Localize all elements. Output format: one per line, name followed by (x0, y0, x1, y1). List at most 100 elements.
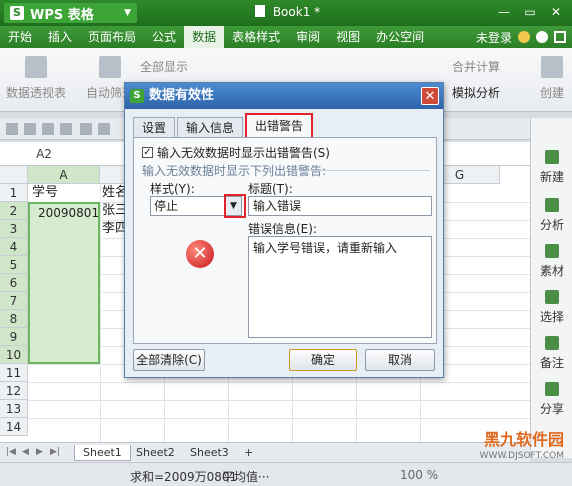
alert-title-input[interactable]: 输入错误 (248, 196, 432, 216)
panel-analysis[interactable]: 分析 (531, 198, 572, 233)
show-all-button[interactable]: 全部显示 (140, 58, 210, 75)
app-menu-button[interactable]: S WPS 表格 ▼ (4, 3, 137, 23)
analysis-icon (545, 198, 559, 212)
create-icon (541, 56, 563, 78)
sheet-tab-1[interactable]: Sheet1 (74, 445, 131, 461)
status-bar: 求和=2009万0801 平均值··· 100 % (0, 462, 572, 486)
close-icon[interactable]: ✕ (544, 2, 568, 22)
cell-a2[interactable]: 20090801 (38, 204, 99, 222)
cell-a1[interactable]: 学号 (32, 184, 58, 202)
row-header[interactable]: 8 (0, 310, 28, 328)
show-all-label: 全部显示 (140, 60, 189, 74)
grid-line (28, 418, 530, 419)
section-divider (314, 170, 430, 171)
zoom-level[interactable]: 100 % (400, 468, 438, 482)
new-icon (545, 150, 559, 164)
title-label: 标题(T): (248, 182, 293, 196)
document-icon (255, 5, 265, 17)
row-header[interactable]: 4 (0, 238, 28, 256)
clear-all-button[interactable]: 全部清除(C) (133, 349, 205, 371)
row-header[interactable]: 13 (0, 400, 28, 418)
tab-settings[interactable]: 设置 (133, 117, 176, 137)
grid-line (28, 400, 530, 401)
row-header[interactable]: 12 (0, 382, 28, 400)
show-error-alert-checkbox[interactable]: ✓ 输入无效数据时显示出错警告(S) (142, 144, 330, 161)
tab-input-message[interactable]: 输入信息 (177, 117, 244, 137)
preview-icon[interactable] (60, 123, 72, 135)
filter-icon (99, 56, 121, 78)
maximize-icon[interactable]: ▭ (518, 2, 542, 22)
cancel-button[interactable]: 取消 (365, 349, 435, 371)
row-header[interactable]: 2 (0, 202, 28, 220)
skin-icon[interactable] (518, 31, 530, 43)
row-header[interactable]: 5 (0, 256, 28, 274)
row-header[interactable]: 7 (0, 292, 28, 310)
last-sheet-icon[interactable]: ▶| (50, 447, 60, 457)
print-icon[interactable] (42, 123, 54, 135)
ok-button[interactable]: 确定 (289, 349, 357, 371)
create-button[interactable]: 创建 (532, 56, 572, 101)
menu-icons (518, 31, 572, 43)
sheet-tab-2[interactable]: Sheet2 (128, 445, 183, 461)
save-icon[interactable] (24, 123, 36, 135)
panel-new[interactable]: 新建 (531, 150, 572, 185)
collapse-icon[interactable] (554, 31, 566, 43)
menu-insert[interactable]: 插入 (40, 26, 80, 48)
simulate-analysis-button[interactable]: 模拟分析 (452, 84, 528, 101)
dialog-title: 数据有效性 (149, 88, 215, 103)
status-average[interactable]: 平均值··· (222, 468, 269, 485)
error-stop-icon: ✕ (186, 240, 214, 268)
login-link[interactable]: 未登录 (470, 29, 518, 46)
watermark-url: WWW.DJSOFT.COM (479, 451, 564, 461)
dialog-title-bar: S 数据有效性 ✕ (125, 83, 443, 109)
redo-icon[interactable] (98, 123, 110, 135)
row-header[interactable]: 1 (0, 184, 28, 202)
checkbox-label: 输入无效数据时显示出错警告(S) (157, 146, 330, 160)
error-message-textarea[interactable]: 输入学号错误，请重新输入 (248, 236, 432, 338)
share-icon (545, 382, 559, 396)
prev-sheet-icon[interactable]: ◀ (22, 447, 32, 457)
wps-logo-icon: S (10, 6, 24, 20)
menu-review[interactable]: 审阅 (288, 26, 328, 48)
menu-formulas[interactable]: 公式 (144, 26, 184, 48)
first-sheet-icon[interactable]: |◀ (6, 447, 16, 457)
style-select-value: 停止 (154, 199, 179, 213)
tab-error-alert[interactable]: 出错警告 (245, 113, 314, 137)
panel-select[interactable]: 选择 (531, 290, 572, 325)
menu-view[interactable]: 视图 (328, 26, 368, 48)
menu-office-space[interactable]: 办公空间 (368, 26, 432, 48)
merge-calc-button[interactable]: 合并计算 (452, 58, 522, 75)
sheet-tab-3[interactable]: Sheet3 (182, 445, 237, 461)
menu-page-layout[interactable]: 页面布局 (80, 26, 144, 48)
dialog-close-button[interactable]: ✕ (421, 87, 439, 105)
row-header[interactable]: 14 (0, 418, 28, 436)
row-header[interactable]: 9 (0, 328, 28, 346)
name-box[interactable]: A2 (4, 145, 84, 163)
chevron-down-icon: ▼ (124, 8, 131, 18)
help-icon[interactable] (536, 31, 548, 43)
menu-data[interactable]: 数据 (184, 26, 225, 48)
row-header[interactable]: 3 (0, 220, 28, 238)
error-alert-panel: ✓ 输入无效数据时显示出错警告(S) 输入无效数据时显示下列出错警告: 样式(Y… (133, 137, 437, 344)
row-header[interactable]: 11 (0, 364, 28, 382)
menu-home[interactable]: 开始 (0, 26, 40, 48)
undo-icon[interactable] (80, 123, 92, 135)
panel-new-label: 新建 (539, 170, 564, 184)
merge-calc-label: 合并计算 (452, 60, 501, 74)
panel-share[interactable]: 分享 (531, 382, 572, 417)
minimize-icon[interactable]: — (492, 2, 516, 22)
pivot-table-button[interactable]: 数据透视表 (4, 56, 68, 101)
panel-notes[interactable]: 备注 (531, 336, 572, 371)
menu-table-style[interactable]: 表格样式 (224, 26, 288, 48)
window-controls: — ▭ ✕ (492, 2, 568, 22)
row-header[interactable]: 10 (0, 346, 28, 364)
panel-material[interactable]: 素材 (531, 244, 572, 279)
menu-bar: 开始 插入 页面布局 公式 数据 表格样式 审阅 视图 办公空间 未登录 (0, 26, 572, 48)
add-sheet-button[interactable]: + (236, 445, 261, 461)
row-header[interactable]: 6 (0, 274, 28, 292)
pivot-table-icon (25, 56, 47, 78)
next-sheet-icon[interactable]: ▶ (36, 447, 46, 457)
column-header-a[interactable]: A (28, 166, 100, 184)
new-file-icon[interactable] (6, 123, 18, 135)
select-all-corner[interactable] (0, 166, 28, 184)
